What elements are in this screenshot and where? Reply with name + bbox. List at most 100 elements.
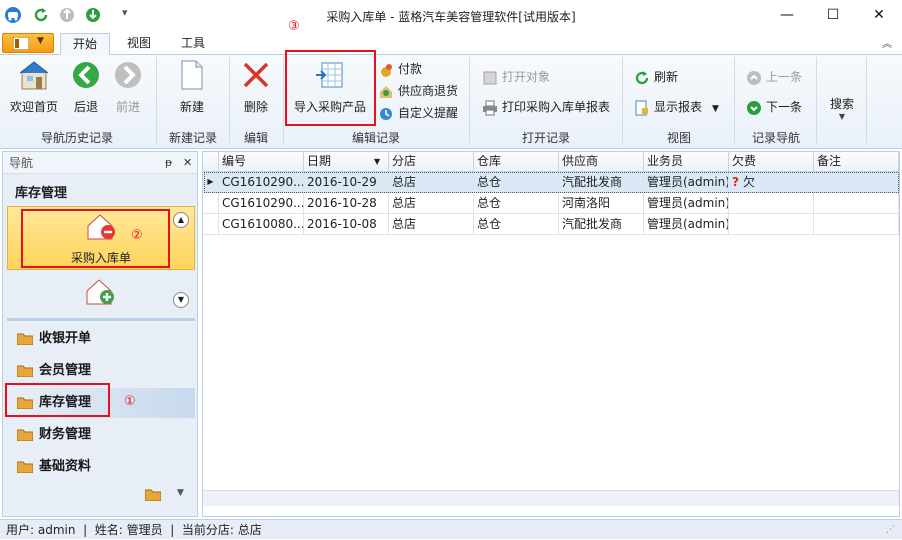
chevron-down-icon: ▼ [838,112,846,121]
nav-button-label: 收银开单 [39,331,92,346]
cell-supplier[interactable]: 河南洛阳 [559,193,644,214]
scroll-up-icon[interactable]: ▲ [173,212,189,228]
custom-reminder-button[interactable]: 自定义提醒 [378,103,458,123]
delete-button[interactable]: 删除 [234,59,278,115]
money-bag-icon [381,63,392,77]
close-button[interactable]: ✕ [856,0,902,31]
cell-staff[interactable]: 管理员(admin) [644,172,729,193]
home-button[interactable]: 欢迎首页 [6,59,62,115]
new-button[interactable]: 新建 [166,59,218,115]
resize-grip-icon[interactable]: ⋰ [886,520,895,540]
cell-note[interactable] [814,214,899,235]
column-header[interactable]: 仓库 [474,152,559,172]
column-header[interactable]: 供应商 [559,152,644,172]
group-label-recnav: 记录导航 [751,131,800,145]
folder-icon[interactable] [145,488,161,501]
nav-button-basics[interactable]: 基础资料 [7,452,195,482]
pay-button[interactable]: 付款 [378,59,422,79]
column-header[interactable]: 业务员 [644,152,729,172]
status-bar: 用户: admin | 姓名: 管理员 | 当前分店: 总店 ⋰ [0,519,902,539]
cell-warehouse[interactable]: 总仓 [474,172,559,193]
nav-button-members[interactable]: 会员管理 [7,356,195,386]
arrow-right-icon [115,62,141,88]
open-object-button[interactable]: 打开对象 [482,67,550,87]
cell-supplier[interactable]: 汽配批发商 [559,172,644,193]
printer-icon [483,100,497,115]
refresh-button[interactable]: 刷新 [634,67,678,87]
menu-icon [13,37,29,50]
chevron-down-icon: ▼ [712,104,719,114]
folder-icon [17,461,33,473]
nav-button-cashier[interactable]: 收银开单 [7,324,195,354]
nav-close-icon[interactable]: ✕ [183,152,192,174]
tab-start[interactable]: 开始 [60,33,110,55]
column-header-date[interactable]: 日期 ▼ [304,152,389,172]
ribbon-tab-strip: ▼ 开始 视图 工具 ︽ [0,31,902,55]
tab-view[interactable]: 视图 [116,33,162,55]
show-report-button[interactable]: 显示报表 ▼ [634,97,719,117]
prev-record-button[interactable]: 上一条 [746,67,802,87]
column-header[interactable]: 编号 [219,152,304,172]
forward-button[interactable]: 前进 [108,59,148,115]
pay-label: 付款 [398,62,423,76]
delete-label: 删除 [243,100,268,114]
cell-id[interactable]: CG1610290... [219,193,304,214]
forward-label: 前进 [115,100,140,114]
arrow-left-icon [73,62,99,88]
splitter[interactable] [7,318,195,321]
show-report-label: 显示报表 [654,100,703,114]
cell-id[interactable]: CG1610290... [219,172,304,193]
cell-staff[interactable]: 管理员(admin) [644,214,729,235]
ribbon: 欢迎首页 后退 前进 导航历史记录 新建 新建记录 删除 编辑 导入采购产品 付… [0,50,902,149]
cell-staff[interactable]: 管理员(admin) [644,193,729,214]
cell-date[interactable]: 2016-10-08 [304,214,389,235]
cell-owe[interactable] [729,193,814,214]
column-header[interactable]: 分店 [389,152,474,172]
column-header[interactable]: 备注 [814,152,899,172]
cell-branch[interactable]: 总店 [389,214,474,235]
group-label-create: 新建记录 [168,131,217,145]
back-button[interactable]: 后退 [66,59,106,115]
nav-item-purchase-add[interactable] [7,272,195,318]
group-separator [622,57,623,145]
horizontal-scrollbar[interactable] [203,490,899,506]
collapse-ribbon-icon[interactable]: ︽ [882,35,892,50]
nav-header-title: 导航 [9,156,34,170]
tab-tools[interactable]: 工具 [170,33,216,55]
cell-warehouse[interactable]: 总仓 [474,193,559,214]
search-label: 搜索 [829,97,854,111]
cell-supplier[interactable]: 汽配批发商 [559,214,644,235]
cell-branch[interactable]: 总店 [389,193,474,214]
group-label-open: 打开记录 [521,131,570,145]
cell-owe[interactable] [729,214,814,235]
cell-note[interactable] [814,193,899,214]
group-separator [156,57,157,145]
cell-owe[interactable]: ? 欠 [729,172,814,193]
chevron-down-icon[interactable]: ▼ [177,488,184,498]
supplier-return-button[interactable]: 供应商退货 [378,81,458,101]
nav-button-finance[interactable]: 财务管理 [7,420,195,450]
back-label: 后退 [73,100,98,114]
minimize-button[interactable]: — [764,0,810,31]
cell-id[interactable]: CG1610080... [219,214,304,235]
cell-warehouse[interactable]: 总仓 [474,214,559,235]
next-record-button[interactable]: 下一条 [746,97,802,117]
column-header-label: 日期 [307,154,332,168]
app-menu-button[interactable]: ▼ [2,33,54,53]
scroll-down-icon[interactable]: ▼ [173,292,189,308]
cell-date[interactable]: 2016-10-28 [304,193,389,214]
arrow-up-icon [747,70,761,85]
search-button[interactable]: 搜索 ▼ [822,95,862,121]
print-report-button[interactable]: 打印采购入库单报表 [482,97,610,117]
data-grid: 编号 日期 ▼ 分店 仓库 供应商 业务员 欠费 备注 ▶ CG1610290..… [202,151,900,517]
return-icon [380,85,392,98]
new-document-icon [181,60,203,90]
cell-date[interactable]: 2016-10-29 [304,172,389,193]
cell-note[interactable] [814,172,899,193]
annotation-label-2: ② [131,228,143,243]
column-header[interactable]: 欠费 [729,152,814,172]
pin-icon[interactable]: ᵽ [165,152,172,174]
refresh-label: 刷新 [654,70,679,84]
cell-branch[interactable]: 总店 [389,172,474,193]
maximize-button[interactable]: ☐ [810,0,856,31]
